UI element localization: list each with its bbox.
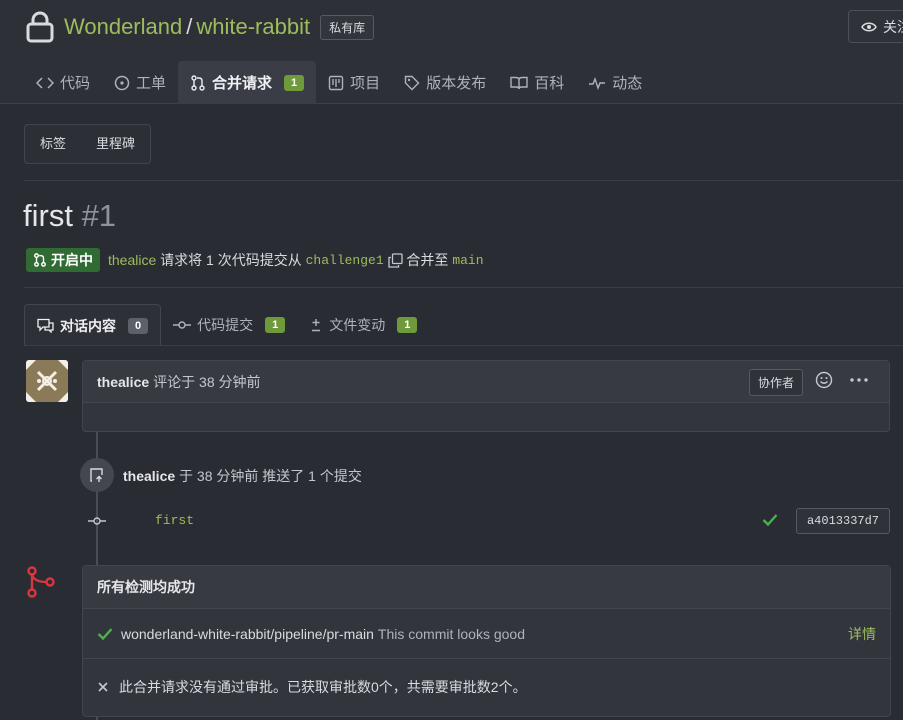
tab-activity[interactable]: 动态	[576, 61, 654, 104]
merge-icon	[27, 566, 55, 598]
conversation-count: 0	[128, 317, 149, 334]
lock-icon	[26, 11, 54, 43]
check-icon	[762, 514, 778, 527]
check-status-row: wonderland-white-rabbit/pipeline/pr-main…	[83, 609, 890, 659]
pull-request-count: 1	[284, 74, 305, 91]
push-event-detail: 于 38 分钟前 推送了 1 个提交	[179, 468, 362, 484]
request-text: 请求将 1 次代码提交从	[160, 252, 302, 268]
tab-label: 百科	[534, 75, 565, 92]
page-title: first #1	[23, 198, 116, 234]
tab-label: 动态	[612, 75, 643, 92]
commit-message-link[interactable]: first	[155, 513, 194, 528]
more-options-icon[interactable]	[849, 377, 869, 383]
labels-button[interactable]: 标签	[25, 125, 81, 163]
watch-button[interactable]: 关注	[848, 10, 903, 43]
approval-text: 此合并请求没有通过审批。已获取审批数0个，共需要审批数2个。	[119, 679, 527, 695]
repo-header: Wonderland / white-rabbit 私有库 关注 代码 工单 合…	[0, 0, 903, 104]
private-badge: 私有库	[320, 14, 375, 40]
tab-pull-requests[interactable]: 合并请求 1	[178, 61, 317, 104]
diff-icon	[312, 319, 321, 332]
project-icon	[328, 75, 344, 90]
check-details-link[interactable]: 详情	[848, 624, 876, 644]
tab-label: 合并请求	[212, 75, 273, 92]
role-badge: 协作者	[748, 369, 803, 396]
comment-author-link[interactable]: thealice	[97, 374, 149, 390]
checks-title: 所有检测均成功	[83, 566, 890, 609]
repo-separator: /	[186, 14, 193, 39]
pull-request-icon	[191, 74, 205, 91]
comment-box: thealice 评论于 38 分钟前 协作者	[82, 360, 890, 432]
tab-projects[interactable]: 项目	[316, 61, 392, 104]
avatar[interactable]	[26, 360, 68, 402]
tab-commits[interactable]: 代码提交 1	[161, 304, 297, 346]
merge-checks-box: 所有检测均成功 wonderland-white-rabbit/pipeline…	[82, 565, 891, 717]
repo-owner-link[interactable]: Wonderland	[64, 14, 182, 40]
tab-label: 项目	[350, 75, 381, 92]
repo-push-icon	[90, 468, 103, 482]
tab-releases[interactable]: 版本发布	[392, 61, 498, 104]
push-event-icon	[80, 458, 114, 492]
push-author-link[interactable]: thealice	[123, 468, 175, 484]
copy-icon[interactable]	[387, 252, 403, 268]
tab-code[interactable]: 代码	[24, 61, 102, 104]
pr-number: #1	[81, 198, 117, 233]
tab-files-changed[interactable]: 文件变动 1	[297, 304, 429, 346]
commit-icon	[88, 517, 106, 525]
tag-icon	[404, 75, 420, 90]
pr-title-text: first	[23, 198, 73, 233]
status-badge: 开启中	[26, 248, 100, 272]
emoji-icon[interactable]	[815, 371, 833, 389]
divider	[24, 287, 903, 288]
milestones-button[interactable]: 里程碑	[81, 125, 150, 163]
tab-label: 工单	[136, 75, 167, 92]
book-icon	[510, 76, 528, 89]
check-context: wonderland-white-rabbit/pipeline/pr-main	[121, 625, 374, 642]
approval-status-row: 此合并请求没有通过审批。已获取审批数0个，共需要审批数2个。	[83, 659, 890, 715]
eye-icon	[861, 22, 877, 31]
divider	[24, 345, 903, 346]
close-icon	[98, 682, 108, 692]
tab-issues[interactable]: 工单	[102, 61, 178, 104]
divider	[24, 180, 903, 181]
check-description: This commit looks good	[377, 625, 525, 642]
tab-conversation[interactable]: 对话内容 0	[24, 304, 162, 346]
base-branch-link[interactable]: main	[452, 253, 483, 268]
comments-icon	[37, 318, 54, 333]
code-icon	[36, 76, 54, 89]
issue-icon	[114, 75, 130, 90]
tab-wiki[interactable]: 百科	[498, 61, 576, 104]
label-milestone-group: 标签 里程碑	[24, 124, 152, 164]
repo-tabs: 代码 工单 合并请求 1 项目 版本发布 百科 动态	[24, 61, 654, 104]
comment-meta: 评论于 38 分钟前	[153, 373, 261, 390]
author-link[interactable]: thealice	[108, 252, 156, 268]
tab-label: 代码	[60, 75, 91, 92]
avatar-image	[26, 360, 68, 402]
commit-icon	[173, 321, 192, 329]
watch-label: 关注	[883, 18, 903, 35]
repo-title: Wonderland / white-rabbit 私有库	[26, 10, 375, 44]
repo-name-link[interactable]: white-rabbit	[196, 14, 310, 40]
pr-meta: 开启中 thealice 请求将 1 次代码提交从 challenge1 合并至…	[26, 248, 484, 272]
commit-sha-button[interactable]: a4013337d7	[795, 508, 890, 534]
commits-count: 1	[265, 317, 286, 333]
tab-label: 版本发布	[426, 75, 487, 92]
tab-label: 代码提交	[197, 317, 254, 333]
push-event-text: thealice 于 38 分钟前 推送了 1 个提交	[123, 466, 362, 486]
merge-into-text: 合并至	[406, 252, 449, 268]
tab-label: 对话内容	[60, 317, 116, 334]
pull-request-icon	[34, 253, 46, 267]
pr-subtabs: 对话内容 0 代码提交 1 文件变动 1	[24, 304, 429, 346]
tab-label: 文件变动	[329, 317, 386, 333]
status-label: 开启中	[51, 252, 93, 268]
files-count: 1	[397, 317, 418, 333]
check-icon	[97, 627, 113, 640]
pulse-icon	[589, 76, 606, 90]
head-branch-link[interactable]: challenge1	[306, 253, 384, 268]
commit-row: first a4013337d7	[88, 508, 890, 534]
